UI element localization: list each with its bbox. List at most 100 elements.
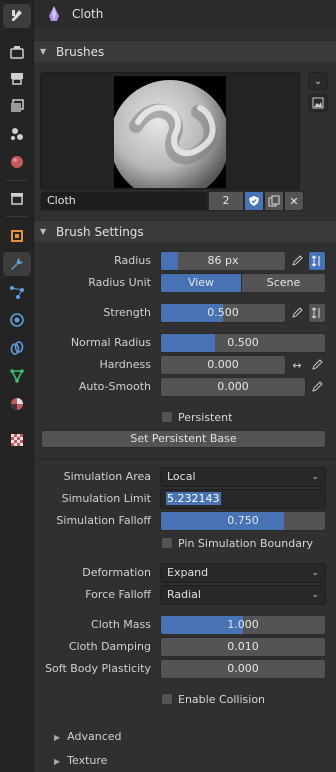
brush-icon: [49, 6, 59, 21]
enable-collision-box[interactable]: [161, 693, 173, 705]
context-header: Cloth: [34, 0, 336, 28]
expand-arrow-icon: ▶: [54, 733, 61, 742]
particles-icon: [10, 286, 24, 299]
object-tab[interactable]: [3, 224, 31, 248]
pen-pressure-icon: [292, 255, 303, 266]
world-icon: [11, 156, 23, 168]
context-title: Cloth: [72, 7, 104, 21]
render-tab[interactable]: [3, 40, 31, 64]
hardness-invert-button[interactable]: ↔: [288, 355, 306, 375]
deformation-dropdown[interactable]: Expand ⌄: [160, 563, 326, 583]
collection-tab[interactable]: [3, 186, 31, 210]
pin-simulation-boundary-label: Pin Simulation Boundary: [178, 536, 313, 550]
strength-lock-button[interactable]: [308, 303, 326, 323]
wrench-icon: [11, 258, 23, 270]
normal-radius-row: Normal Radius 0.500: [34, 333, 336, 353]
duplicate-icon: [268, 195, 280, 207]
radius-unit-scene-button[interactable]: Scene: [241, 273, 326, 293]
radius-pressure-button[interactable]: [288, 251, 306, 271]
arrows-horizontal-icon: ↔: [292, 358, 302, 372]
cloth-damping-slider[interactable]: 0.010: [160, 637, 326, 657]
scene-icon: [11, 128, 23, 140]
brushes-panel-label: Brushes: [56, 44, 105, 59]
soft-body-plasticity-slider[interactable]: 0.000: [160, 659, 326, 679]
simulation-falloff-slider[interactable]: 0.750: [160, 511, 326, 531]
enable-collision-label: Enable Collision: [178, 692, 266, 706]
preview-expand-button[interactable]: ⌄: [308, 72, 328, 90]
strength-pressure-button[interactable]: [288, 303, 306, 323]
cloth-mass-value: 1.000: [227, 618, 259, 631]
physics-tab[interactable]: [3, 308, 31, 332]
simulation-area-dropdown[interactable]: Local ⌄: [160, 467, 326, 487]
radius-slider[interactable]: 86 px: [160, 251, 286, 271]
world-tab[interactable]: [3, 150, 31, 174]
collapse-arrow-icon: ▼: [40, 47, 47, 56]
brush-preview[interactable]: [40, 72, 300, 190]
modifier-tab[interactable]: [3, 252, 31, 276]
set-persistent-base-button[interactable]: Set Persistent Base: [41, 430, 326, 448]
expand-arrow-icon: ▶: [54, 757, 61, 766]
hardness-pressure-button[interactable]: [308, 355, 326, 375]
data-tab[interactable]: [3, 364, 31, 388]
force-falloff-dropdown[interactable]: Radial ⌄: [160, 585, 326, 605]
hardness-slider[interactable]: 0.000: [160, 355, 286, 375]
brush-thumbnail: [114, 76, 226, 188]
pin-simulation-boundary-box[interactable]: [161, 537, 173, 549]
cloth-mass-slider[interactable]: 1.000: [160, 615, 326, 635]
brush-settings-panel-header[interactable]: ▼ Brush Settings: [34, 220, 336, 242]
auto-smooth-pressure-button[interactable]: [308, 377, 326, 397]
output-tab[interactable]: [3, 66, 31, 90]
image-icon: [312, 97, 324, 109]
deformation-label: Deformation: [82, 566, 151, 579]
unlink-brush-button[interactable]: ✕: [284, 191, 304, 211]
constraints-tab[interactable]: [3, 336, 31, 360]
simulation-falloff-label: Simulation Falloff: [56, 514, 151, 527]
texture-subpanel-label: Texture: [67, 754, 108, 767]
particles-tab[interactable]: [3, 280, 31, 304]
brush-name-field[interactable]: Cloth: [40, 191, 208, 211]
brush-users-count[interactable]: 2: [208, 191, 244, 211]
radius-lock-button[interactable]: [308, 251, 326, 271]
chevron-down-icon: ⌄: [311, 568, 319, 578]
material-tab[interactable]: [3, 392, 31, 416]
view-layer-tab[interactable]: [3, 94, 31, 118]
shield-icon: [249, 196, 259, 206]
tool-settings-tab[interactable]: [3, 4, 31, 28]
advanced-subpanel-header[interactable]: ▶ Advanced: [54, 728, 122, 746]
persistent-checkbox-box[interactable]: [161, 411, 173, 423]
simulation-limit-input[interactable]: 5.232143: [160, 489, 326, 509]
preview-image-button[interactable]: [308, 94, 328, 112]
duplicate-brush-button[interactable]: [264, 191, 284, 211]
properties-panel: Cloth ▼ Brushes ⌄ Cloth 2 ✕ ▼ Brush Sett…: [34, 0, 336, 772]
scene-tab[interactable]: [3, 122, 31, 146]
brushes-panel-header[interactable]: ▼ Brushes: [34, 40, 336, 62]
output-icon: [11, 73, 23, 85]
persistent-checkbox[interactable]: Persistent: [161, 409, 321, 425]
auto-smooth-value: 0.000: [217, 380, 249, 393]
strength-slider[interactable]: 0.500: [160, 303, 286, 323]
material-icon: [11, 398, 23, 410]
brush-datablock: Cloth 2 ✕: [40, 191, 330, 211]
simulation-limit-label: Simulation Limit: [61, 492, 151, 505]
radius-unit-view-button[interactable]: View: [160, 273, 242, 293]
normal-radius-slider[interactable]: 0.500: [160, 333, 326, 353]
soft-body-plasticity-value: 0.000: [227, 662, 259, 675]
fake-user-button[interactable]: [244, 191, 264, 211]
hardness-label: Hardness: [99, 358, 151, 371]
cloth-damping-label: Cloth Damping: [68, 640, 151, 653]
simulation-limit-value: 5.232143: [166, 492, 221, 505]
radius-value: 86 px: [207, 254, 239, 267]
auto-smooth-slider[interactable]: 0.000: [160, 377, 306, 397]
auto-smooth-row: Auto-Smooth 0.000: [34, 377, 336, 397]
cloth-mass-label: Cloth Mass: [91, 618, 151, 631]
advanced-subpanel-label: Advanced: [67, 730, 122, 743]
strength-label: Strength: [103, 306, 151, 319]
enable-collision-checkbox[interactable]: Enable Collision: [161, 691, 321, 707]
normal-radius-label: Normal Radius: [70, 336, 151, 349]
close-icon: ✕: [289, 194, 299, 208]
texture-tab[interactable]: [3, 428, 31, 452]
pin-simulation-boundary-checkbox[interactable]: Pin Simulation Boundary: [161, 535, 321, 551]
strength-row: Strength 0.500: [34, 303, 336, 323]
texture-subpanel-header[interactable]: ▶ Texture: [54, 752, 107, 770]
simulation-area-value: Local: [167, 470, 196, 483]
